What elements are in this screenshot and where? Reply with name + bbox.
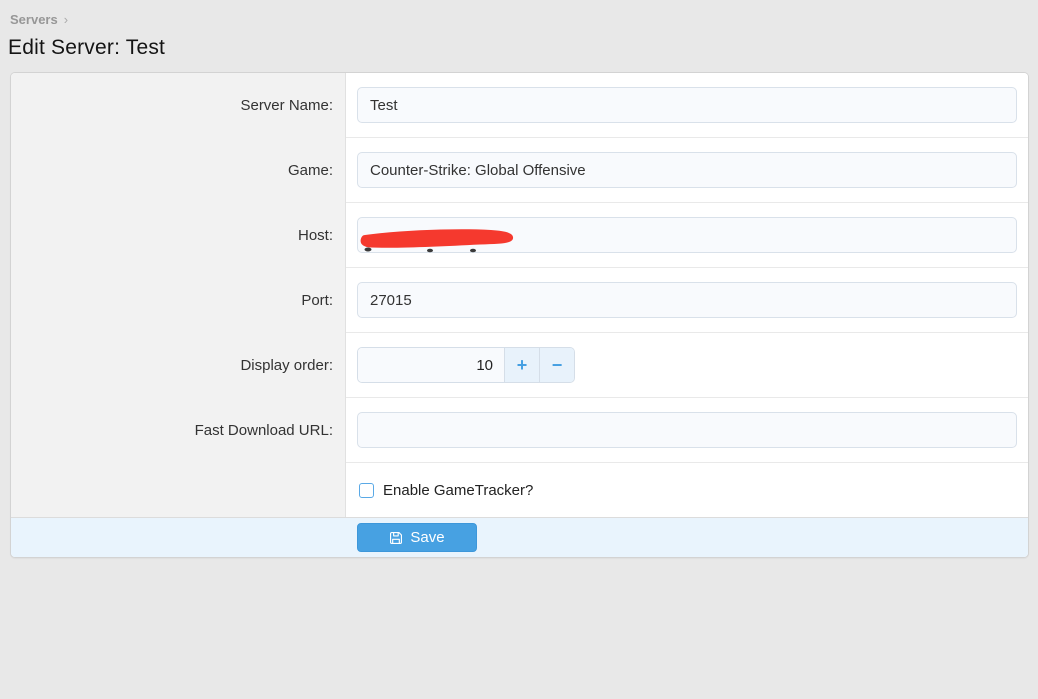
host-input[interactable] (357, 217, 1017, 253)
gametracker-input-cell: Enable GameTracker? (346, 463, 1028, 517)
display-order-stepper: + − (357, 347, 575, 383)
form-row-fast-download-url: Fast Download URL: (11, 398, 1028, 463)
breadcrumb: Servers › (10, 12, 1028, 27)
display-order-input-cell: + − (346, 333, 1028, 398)
fast-download-url-label-cell: Fast Download URL: (11, 398, 346, 463)
increment-button[interactable]: + (504, 348, 539, 382)
display-order-input[interactable] (358, 348, 504, 382)
port-input[interactable] (357, 282, 1017, 318)
floppy-disk-icon (389, 531, 403, 545)
host-label-cell: Host: (11, 203, 346, 268)
fast-download-url-label: Fast Download URL: (195, 422, 333, 439)
host-label: Host: (298, 227, 333, 244)
page-title: Edit Server: Test (8, 36, 1028, 60)
plus-icon: + (517, 356, 528, 374)
game-label-cell: Game: (11, 138, 346, 203)
fast-download-url-input[interactable] (357, 412, 1017, 448)
game-input[interactable] (357, 152, 1017, 188)
form-footer: Save (11, 517, 1028, 557)
server-name-input-cell (346, 73, 1028, 138)
server-name-label: Server Name: (240, 97, 333, 114)
display-order-label-cell: Display order: (11, 333, 346, 398)
server-name-label-cell: Server Name: (11, 73, 346, 138)
port-input-cell (346, 268, 1028, 333)
port-label-cell: Port: (11, 268, 346, 333)
form-row-gametracker: Enable GameTracker? (11, 463, 1028, 517)
form-row-game: Game: (11, 138, 1028, 203)
form-row-display-order: Display order: + − (11, 333, 1028, 398)
save-button[interactable]: Save (357, 523, 477, 552)
enable-gametracker-checkbox[interactable] (359, 483, 374, 498)
page-header: Servers › Edit Server: Test (0, 0, 1038, 60)
chevron-right-icon: › (64, 12, 68, 27)
save-button-label: Save (410, 529, 444, 546)
minus-icon: − (552, 356, 563, 374)
game-input-cell (346, 138, 1028, 203)
form-row-port: Port: (11, 268, 1028, 333)
host-input-cell (346, 203, 1028, 268)
server-name-input[interactable] (357, 87, 1017, 123)
gametracker-label-cell (11, 463, 346, 517)
game-label: Game: (288, 162, 333, 179)
fast-download-url-input-cell (346, 398, 1028, 463)
form-row-server-name: Server Name: (11, 73, 1028, 138)
breadcrumb-servers-link[interactable]: Servers (10, 12, 58, 27)
enable-gametracker-label[interactable]: Enable GameTracker? (383, 482, 533, 499)
edit-server-form-card: Server Name: Game: Host: (10, 72, 1029, 558)
display-order-label: Display order: (240, 357, 333, 374)
port-label: Port: (301, 292, 333, 309)
form-row-host: Host: (11, 203, 1028, 268)
decrement-button[interactable]: − (539, 348, 574, 382)
